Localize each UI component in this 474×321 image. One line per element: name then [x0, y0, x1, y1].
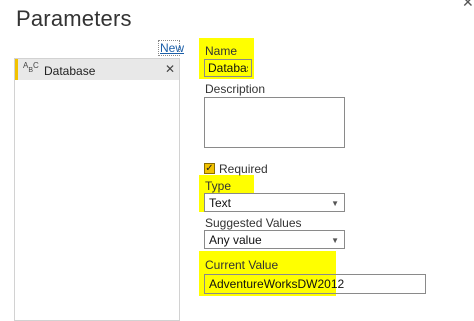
parameter-list-item[interactable] — [15, 59, 179, 80]
name-label: Name — [205, 44, 238, 58]
current-value-label: Current Value — [205, 258, 279, 272]
parameter-item-label: Database — [44, 64, 96, 78]
description-label: Description — [205, 82, 266, 96]
chevron-down-icon: ▼ — [331, 236, 339, 245]
type-select-value: Text — [209, 196, 232, 210]
selected-item-accent — [15, 59, 18, 80]
name-input[interactable] — [204, 59, 252, 77]
delete-parameter-icon[interactable]: ✕ — [165, 62, 175, 76]
suggested-values-select[interactable]: Any value ▼ — [204, 230, 345, 249]
current-value-input[interactable] — [204, 274, 426, 294]
new-parameter-link[interactable]: New — [160, 41, 184, 55]
parameter-list-panel — [14, 58, 180, 321]
dialog-title: Parameters — [16, 6, 132, 31]
abc-text-icon: ABC — [23, 61, 39, 75]
type-select[interactable]: Text ▼ — [204, 193, 345, 212]
suggested-values-select-value: Any value — [209, 233, 262, 247]
suggested-values-label: Suggested Values — [205, 216, 302, 230]
type-label: Type — [205, 179, 232, 193]
dialog-close-icon[interactable]: ✕ — [462, 0, 474, 11]
required-checkbox[interactable]: ✓ — [204, 163, 215, 174]
chevron-down-icon: ▼ — [331, 199, 339, 208]
required-label: Required — [219, 162, 268, 176]
description-textarea[interactable] — [204, 97, 345, 148]
